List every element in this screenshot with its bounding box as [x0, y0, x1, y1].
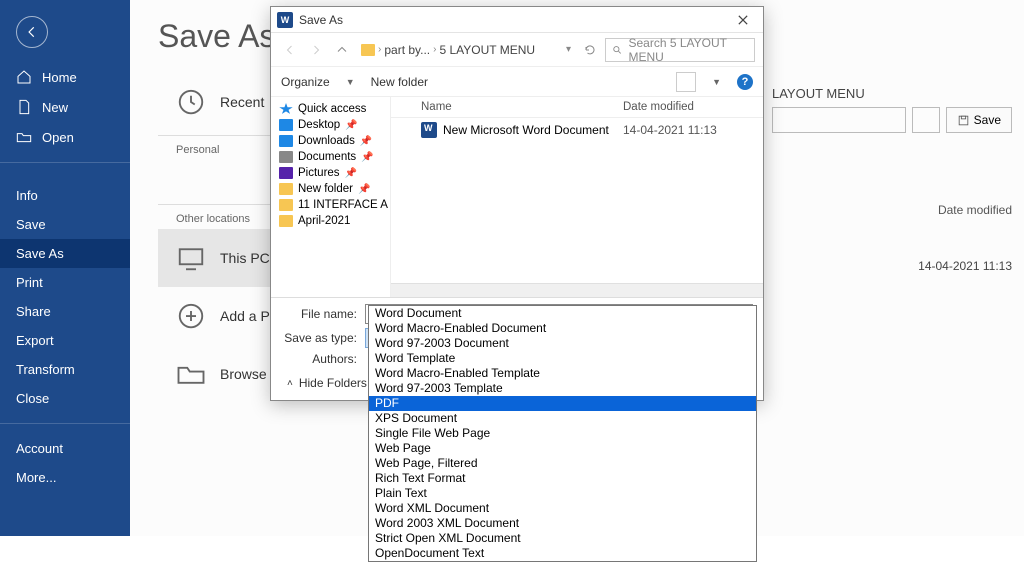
right-filetype-dropdown[interactable]	[912, 107, 940, 133]
authors-label: Authors:	[281, 352, 365, 366]
nav-back-button[interactable]	[279, 39, 301, 61]
filetype-option[interactable]: Rich Text Format	[369, 471, 756, 486]
breadcrumb[interactable]: › part by... › 5 LAYOUT MENU ▾	[357, 38, 575, 62]
add-place-icon	[176, 301, 206, 331]
saveastype-options-list: Word DocumentWord Macro-Enabled Document…	[368, 305, 757, 562]
folder-tree: Quick access Desktop📌 Downloads📌 Documen…	[271, 97, 391, 297]
nav-close[interactable]: Close	[0, 384, 130, 413]
arrow-left-icon	[284, 44, 296, 56]
search-icon	[612, 44, 622, 56]
dialog-title: Save As	[299, 13, 729, 27]
filetype-option[interactable]: Word Macro-Enabled Template	[369, 366, 756, 381]
nav-share[interactable]: Share	[0, 297, 130, 326]
home-icon	[16, 69, 32, 85]
tree-desktop[interactable]: Desktop📌	[271, 117, 390, 133]
folder-icon	[361, 44, 375, 56]
folder-open-icon	[16, 129, 32, 145]
filetype-option[interactable]: Word XML Document	[369, 501, 756, 516]
saveastype-label: Save as type:	[281, 331, 365, 345]
word-file-icon	[421, 122, 437, 138]
nav-open[interactable]: Open	[0, 122, 130, 152]
tree-pictures[interactable]: Pictures📌	[271, 165, 390, 181]
filetype-option[interactable]: Plain Text	[369, 486, 756, 501]
nav-export[interactable]: Export	[0, 326, 130, 355]
horizontal-scrollbar[interactable]	[391, 283, 763, 297]
pc-icon	[176, 243, 206, 273]
filetype-option[interactable]: Single File Web Page	[369, 426, 756, 441]
filetype-option[interactable]: Word 97-2003 Template	[369, 381, 756, 396]
filetype-option[interactable]: OpenDocument Text	[369, 546, 756, 561]
clock-icon	[176, 87, 206, 117]
nav-new[interactable]: New	[0, 92, 130, 122]
right-filename-input[interactable]	[772, 107, 906, 133]
filetype-option[interactable]: Web Page, Filtered	[369, 456, 756, 471]
nav-open-label: Open	[42, 130, 74, 145]
tree-downloads[interactable]: Downloads📌	[271, 133, 390, 149]
tree-quick-access[interactable]: Quick access	[271, 101, 390, 117]
arrow-right-icon	[310, 44, 322, 56]
filename-label: File name:	[281, 307, 365, 321]
nav-transform[interactable]: Transform	[0, 355, 130, 384]
filetype-option[interactable]: Word 97-2003 Document	[369, 336, 756, 351]
filetype-option[interactable]: Web Page	[369, 441, 756, 456]
right-file-date: 14-04-2021 11:13	[772, 259, 1012, 273]
tree-documents[interactable]: Documents📌	[271, 149, 390, 165]
filetype-option[interactable]: Word Macro-Enabled Document	[369, 321, 756, 336]
nav-account[interactable]: Account	[0, 434, 130, 463]
arrow-up-icon	[336, 44, 348, 56]
col-date[interactable]: Date modified	[623, 101, 753, 113]
new-folder-button[interactable]: New folder	[371, 75, 428, 89]
nav-up-button[interactable]	[331, 39, 353, 61]
nav-more[interactable]: More...	[0, 463, 130, 492]
browse-icon	[176, 359, 206, 389]
filetype-option[interactable]: XPS Document	[369, 411, 756, 426]
file-list-pane: Name Date modified New Microsoft Word Do…	[391, 97, 763, 297]
back-button[interactable]	[16, 16, 48, 48]
nav-home[interactable]: Home	[0, 62, 130, 92]
organize-button[interactable]: Organize	[281, 75, 330, 89]
right-pane-heading: LAYOUT MENU	[772, 86, 1012, 101]
search-input[interactable]: Search 5 LAYOUT MENU	[605, 38, 755, 62]
nav-print[interactable]: Print	[0, 268, 130, 297]
refresh-icon	[584, 44, 596, 56]
filetype-option[interactable]: Word Document	[369, 306, 756, 321]
arrow-left-icon	[25, 25, 39, 39]
nav-home-label: Home	[42, 70, 77, 85]
nav-info[interactable]: Info	[0, 181, 130, 210]
filetype-option[interactable]: Word 2003 XML Document	[369, 516, 756, 531]
nav-save[interactable]: Save	[0, 210, 130, 239]
tree-interface[interactable]: 11 INTERFACE A	[271, 197, 390, 213]
right-col-date-header: Date modified	[772, 203, 1012, 217]
word-app-icon: W	[277, 12, 293, 28]
refresh-button[interactable]	[579, 39, 601, 61]
right-save-button[interactable]: Save	[946, 107, 1012, 133]
help-button[interactable]: ?	[737, 74, 753, 90]
backstage-sidebar: Home New Open Info Save Save As Print Sh…	[0, 0, 130, 536]
save-icon	[957, 114, 970, 127]
nav-save-as[interactable]: Save As	[0, 239, 130, 268]
dialog-close-button[interactable]	[729, 9, 757, 31]
file-row[interactable]: New Microsoft Word Document 14-04-2021 1…	[391, 118, 763, 142]
tree-new-folder[interactable]: New folder📌	[271, 181, 390, 197]
filetype-option[interactable]: Word Template	[369, 351, 756, 366]
col-name[interactable]: Name	[421, 101, 623, 113]
nav-new-label: New	[42, 100, 68, 115]
close-icon	[738, 15, 748, 25]
view-button[interactable]	[676, 72, 696, 92]
filetype-option[interactable]: PDF	[369, 396, 756, 411]
filetype-option[interactable]: Strict Open XML Document	[369, 531, 756, 546]
tree-april[interactable]: April-2021	[271, 213, 390, 229]
nav-forward-button[interactable]	[305, 39, 327, 61]
right-pane: LAYOUT MENU Save Date modified 14-04-202…	[772, 86, 1012, 273]
file-icon	[16, 99, 32, 115]
